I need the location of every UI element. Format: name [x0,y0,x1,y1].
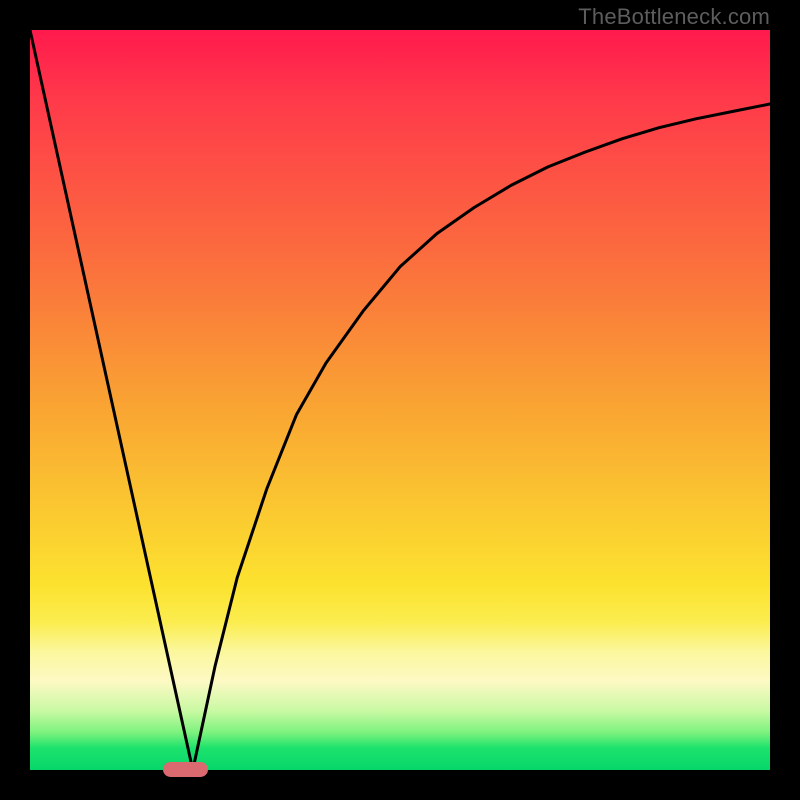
minimum-marker [163,762,207,777]
watermark-text: TheBottleneck.com [578,4,770,30]
chart-frame: TheBottleneck.com [0,0,800,800]
curve-layer [30,30,770,770]
plot-area [30,30,770,770]
bottleneck-curve [30,30,770,770]
